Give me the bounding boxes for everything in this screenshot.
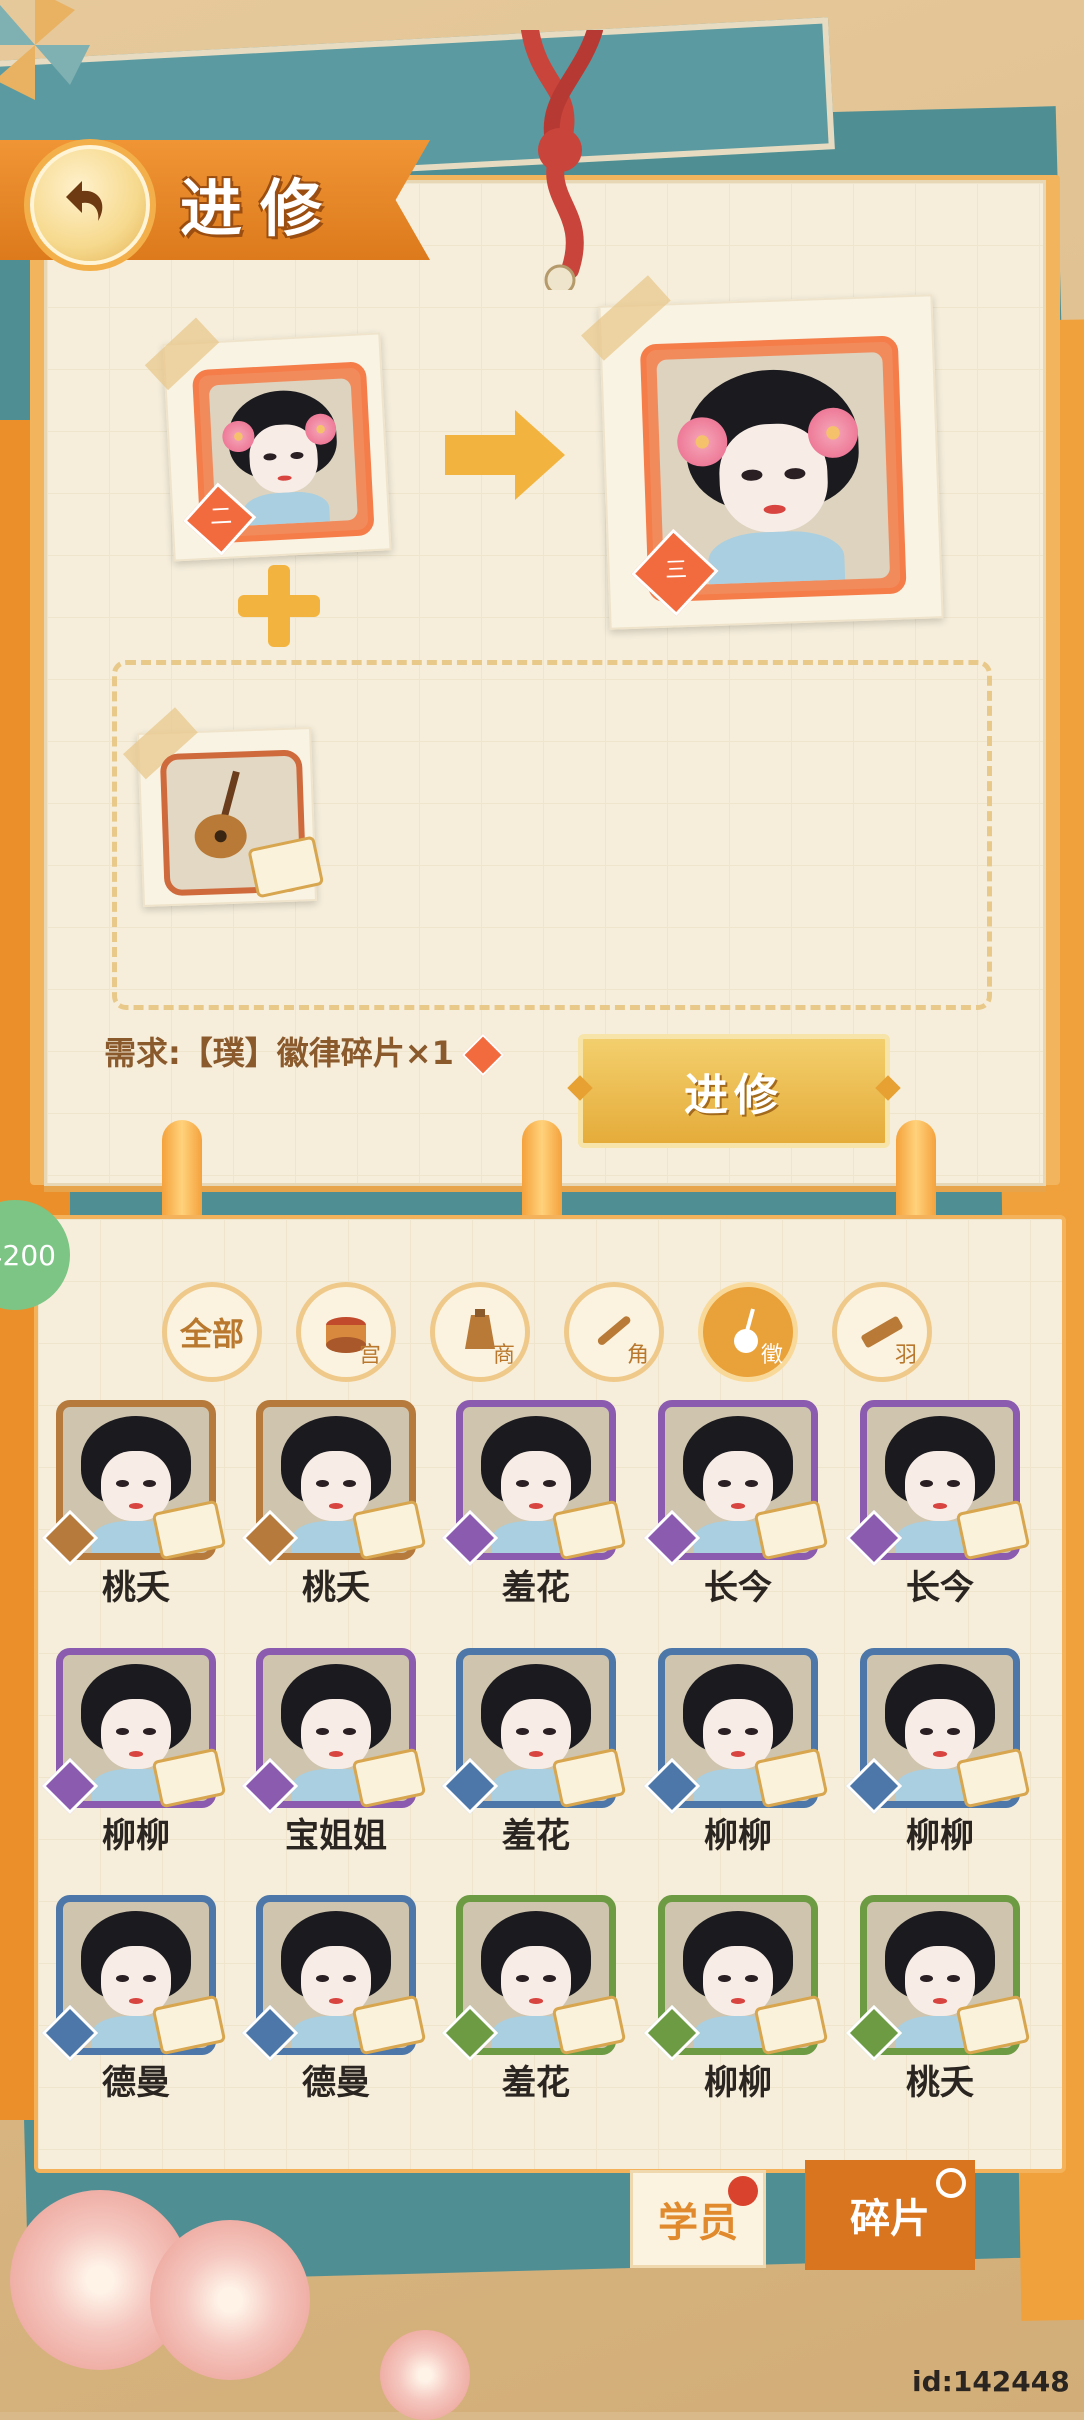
filter-jue-tab[interactable]: 角 [564, 1282, 664, 1382]
character-name: 羞花 [502, 1816, 570, 1856]
character-card[interactable]: 德曼 [41, 1895, 227, 2103]
filter-shang-tab[interactable]: 商 [430, 1282, 530, 1382]
filter-zhi-tab[interactable]: 徵 [698, 1282, 798, 1382]
result-character-card: 三 [581, 275, 944, 630]
filter-yu-tab[interactable]: 羽 [832, 1282, 932, 1382]
current-character-card[interactable]: 二 [144, 317, 392, 562]
character-name: 柳柳 [906, 1816, 974, 1856]
character-card[interactable]: 羞花 [441, 1400, 627, 1608]
fragment-badge-icon [936, 2168, 966, 2198]
red-knot-icon [521, 30, 603, 290]
character-card[interactable]: 宝姐姐 [241, 1648, 427, 1856]
filter-gong-label: 宫 [358, 1343, 381, 1368]
character-name: 德曼 [302, 2063, 370, 2103]
back-button[interactable] [30, 145, 150, 265]
character-card[interactable]: 桃夭 [845, 1895, 1031, 2103]
character-name: 长今 [906, 1568, 974, 1608]
filter-all-tab[interactable]: 全部 [162, 1282, 262, 1382]
requirement-rank-icon [461, 1033, 505, 1077]
blossom-decoration [380, 2330, 470, 2420]
filter-gong-tab[interactable]: 宫 [296, 1282, 396, 1382]
upgrade-button[interactable]: 进修 [578, 1034, 890, 1148]
character-name: 羞花 [502, 2063, 570, 2103]
filter-all-label: 全部 [179, 1315, 244, 1353]
character-name: 柳柳 [704, 2063, 772, 2103]
character-card[interactable]: 德曼 [241, 1895, 427, 2103]
student-badge-icon [728, 2176, 758, 2206]
character-name: 桃夭 [906, 2063, 974, 2103]
filter-jue-label: 角 [626, 1343, 649, 1368]
filter-yu-label: 羽 [894, 1343, 917, 1368]
character-card[interactable]: 柳柳 [643, 1895, 829, 2103]
material-fragment-card[interactable] [123, 707, 325, 907]
character-name: 桃夭 [302, 1568, 370, 1608]
requirement-text: 需求:【璞】徽律碎片×1 [104, 1028, 505, 1077]
character-card[interactable]: 柳柳 [845, 1648, 1031, 1856]
character-name: 宝姐姐 [285, 1816, 387, 1856]
character-card[interactable]: 长今 [845, 1400, 1031, 1608]
character-name: 桃夭 [102, 1568, 170, 1608]
arrow-right-icon [445, 410, 565, 500]
character-name: 德曼 [102, 2063, 170, 2103]
character-name: 羞花 [502, 1568, 570, 1608]
back-arrow-icon [66, 181, 103, 221]
user-id: id:142448 [912, 2365, 1070, 2398]
filter-shang-label: 商 [492, 1343, 515, 1368]
character-card[interactable]: 柳柳 [41, 1648, 227, 1856]
character-card[interactable]: 桃夭 [241, 1400, 427, 1608]
plus-icon [238, 565, 320, 647]
character-name: 长今 [704, 1568, 772, 1608]
blossom-decoration [150, 2220, 310, 2380]
filter-zhi-label: 徵 [760, 1343, 783, 1368]
requirement-label: 需求:【璞】徽律碎片×1 [104, 1034, 454, 1072]
pinwheel-icon [0, 0, 90, 100]
character-card[interactable]: 长今 [643, 1400, 829, 1608]
character-name: 柳柳 [704, 1816, 772, 1856]
character-card[interactable]: 羞花 [441, 1648, 627, 1856]
character-card[interactable]: 羞花 [441, 1895, 627, 2103]
character-card[interactable]: 桃夭 [41, 1400, 227, 1608]
page-title: 进修 [180, 172, 341, 245]
character-card[interactable]: 柳柳 [643, 1648, 829, 1856]
character-name: 柳柳 [102, 1816, 170, 1856]
